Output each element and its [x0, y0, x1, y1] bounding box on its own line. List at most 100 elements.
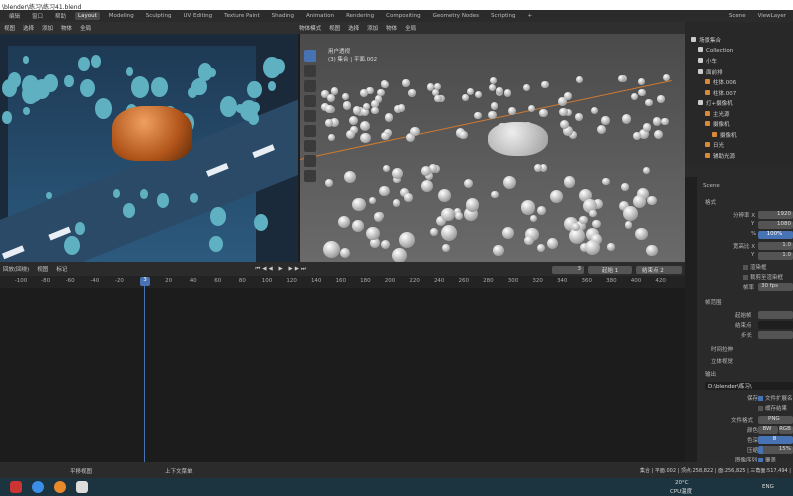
outliner-item[interactable]: 小车: [698, 57, 717, 65]
outliner-item[interactable]: 日光: [705, 141, 724, 149]
tab-layout[interactable]: Layout: [75, 12, 100, 20]
tab-uv-editing[interactable]: UV Editing: [180, 12, 215, 20]
properties-tabs[interactable]: [685, 177, 697, 462]
menu-object-right[interactable]: 物体: [386, 24, 397, 32]
tab-modeling[interactable]: Modeling: [106, 12, 137, 20]
res-percent-field[interactable]: 100%: [758, 231, 793, 239]
timeline-area[interactable]: [0, 288, 685, 462]
depth-8-button[interactable]: 8: [758, 436, 793, 444]
menu-view[interactable]: 视图: [4, 24, 15, 32]
start-frame-field[interactable]: 起始 1: [588, 266, 632, 274]
outliner-item[interactable]: 灯+摄像机: [698, 99, 733, 107]
res-x-field[interactable]: 1920: [758, 211, 793, 219]
crop-checkbox[interactable]: 裁剪至渲染框: [743, 273, 783, 281]
fps-label: 帧率: [743, 285, 755, 291]
sphere: [465, 198, 480, 212]
app-icon[interactable]: [10, 481, 22, 493]
sphere: [501, 227, 515, 240]
aspect-y-label: Y: [751, 252, 755, 258]
tab-texture-paint[interactable]: Texture Paint: [221, 12, 263, 20]
current-frame-field[interactable]: 3: [552, 266, 584, 274]
outliner-item[interactable]: 柱体.007: [705, 89, 736, 97]
aspect-y-field[interactable]: 1.0: [758, 252, 793, 260]
menu-help[interactable]: 帮助: [52, 11, 69, 21]
transform-tool-icon[interactable]: [304, 125, 316, 137]
fps-select[interactable]: 30 fps: [758, 283, 793, 291]
tree: [151, 76, 169, 97]
tab-compositing[interactable]: Compositing: [383, 12, 423, 20]
blender-icon[interactable]: [54, 481, 66, 493]
outliner-item[interactable]: 主光源: [705, 110, 730, 118]
file-ext-checkbox[interactable]: 文件扩展名: [758, 394, 793, 402]
menu-select[interactable]: 选择: [23, 24, 34, 32]
scene-selector[interactable]: Scene: [726, 12, 749, 20]
mode-selector[interactable]: 物体模式: [299, 24, 321, 32]
measure-tool-icon[interactable]: [304, 155, 316, 167]
step-field[interactable]: [758, 331, 793, 339]
tab-rendering[interactable]: Rendering: [343, 12, 377, 20]
menu-window[interactable]: 窗口: [29, 11, 46, 21]
format-section[interactable]: 格式: [705, 198, 716, 206]
tab-sculpting[interactable]: Sculpting: [143, 12, 175, 20]
tab-geometry-nodes[interactable]: Geometry Nodes: [430, 12, 482, 20]
end-frame-field[interactable]: 结束点 2: [636, 266, 682, 274]
stereo-section[interactable]: 立体视觉: [711, 357, 733, 365]
transform-orientation-right[interactable]: 全局: [405, 24, 416, 32]
add-workspace-button[interactable]: +: [525, 12, 536, 20]
playback-menu[interactable]: 回放(回绕): [3, 265, 29, 273]
frame-range-section[interactable]: 帧范围: [705, 298, 722, 306]
sphere: [398, 231, 416, 249]
outliner-item[interactable]: Collection: [698, 46, 733, 54]
output-section[interactable]: 输出: [705, 370, 716, 378]
cache-checkbox[interactable]: 缓存结果: [758, 404, 787, 412]
menu-select-right[interactable]: 选择: [348, 24, 359, 32]
output-path-field[interactable]: D:\blender\练习\: [705, 382, 793, 390]
menu-view-right[interactable]: 视图: [329, 24, 340, 32]
playback-controls[interactable]: ⏮◀◀ ▶ ▶▶⏭: [255, 266, 308, 273]
view-layer-selector[interactable]: ViewLayer: [755, 12, 789, 20]
menu-edit[interactable]: 编辑: [6, 11, 23, 21]
playhead[interactable]: 3: [140, 277, 150, 286]
time-stretch-section[interactable]: 时间拉伸: [711, 345, 733, 353]
annotate-tool-icon[interactable]: [304, 140, 316, 152]
3d-viewport[interactable]: 用户透视 (3) 集合 | 平面.002: [300, 34, 685, 262]
select-tool-icon[interactable]: [304, 50, 316, 62]
outliner-item[interactable]: 场景集合: [691, 36, 721, 44]
compression-slider[interactable]: 15%: [758, 446, 793, 454]
sphere: [352, 197, 367, 212]
outliner-item[interactable]: 辅助光源: [705, 152, 735, 160]
tab-animation[interactable]: Animation: [303, 12, 337, 20]
outliner-item[interactable]: 摄像机: [712, 131, 737, 139]
menu-object[interactable]: 物体: [61, 24, 72, 32]
res-y-field[interactable]: 1080: [758, 221, 793, 229]
render-region-checkbox[interactable]: 渲染框: [743, 263, 767, 271]
app2-icon[interactable]: [76, 481, 88, 493]
tree: [210, 207, 226, 226]
timeline-ruler[interactable]: -100 -80 -60 -40 -20 20 40 60 80 100 120 140 160 180 2…: [0, 276, 685, 288]
input-language[interactable]: ENG: [762, 484, 774, 490]
transform-orientation[interactable]: 全局: [80, 24, 91, 32]
rotate-tool-icon[interactable]: [304, 95, 316, 107]
frame-end-field[interactable]: [758, 321, 793, 329]
add-cube-tool-icon[interactable]: [304, 170, 316, 182]
outliner-item[interactable]: 面前排: [698, 68, 723, 76]
sphere: [539, 108, 548, 118]
outliner-item[interactable]: 摄像机: [705, 120, 730, 128]
color-bw-button[interactable]: BW: [758, 426, 778, 434]
aspect-x-field[interactable]: 1.0: [758, 242, 793, 250]
marker-menu[interactable]: 标记: [56, 265, 67, 273]
file-format-select[interactable]: PNG: [758, 416, 793, 424]
scale-tool-icon[interactable]: [304, 110, 316, 122]
menu-add[interactable]: 添加: [42, 24, 53, 32]
color-rgb-button[interactable]: RGB: [779, 426, 793, 434]
tab-scripting[interactable]: Scripting: [488, 12, 518, 20]
move-tool-icon[interactable]: [304, 80, 316, 92]
timeline-view-menu[interactable]: 视图: [37, 265, 48, 273]
menu-add-right[interactable]: 添加: [367, 24, 378, 32]
cursor-tool-icon[interactable]: [304, 65, 316, 77]
outliner-item[interactable]: 柱体.006: [705, 78, 736, 86]
frame-start-field[interactable]: [758, 311, 793, 319]
camera-viewport[interactable]: [0, 34, 298, 262]
browser-icon[interactable]: [32, 481, 44, 493]
tab-shading[interactable]: Shading: [269, 12, 297, 20]
